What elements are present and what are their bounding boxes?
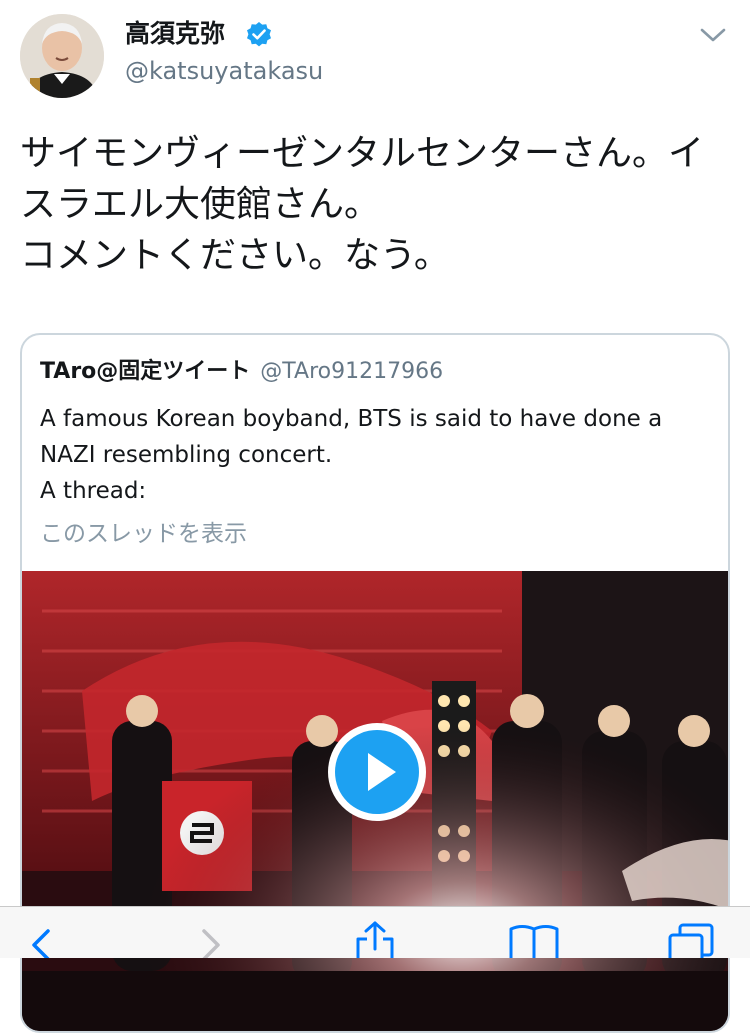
play-button[interactable] [328,723,426,821]
quoted-tweet-header: TAro@固定ツイート @TAro91217966 [40,357,443,388]
forward-button[interactable] [196,921,226,958]
chevron-left-icon [32,929,50,958]
chevron-down-icon[interactable] [699,25,727,45]
book-icon [509,925,559,958]
quoted-tweet-text: A famous Korean boyband, BTS is said to … [40,406,663,504]
tabs-icon [668,923,714,958]
tweet-text: サイモンヴィーゼンタルセンターさん。イスラエル大使館さん。 コメントください。な… [20,133,705,276]
author-avatar[interactable] [20,14,104,98]
author-handle[interactable]: @katsuyatakasu [125,55,323,87]
bookmarks-button[interactable] [507,921,561,958]
quoted-handle: @TAro91217966 [260,359,444,384]
chevron-right-icon [202,929,220,958]
avatar-image [20,14,104,98]
share-icon [356,921,394,958]
verified-badge-icon [247,22,271,47]
show-thread-link[interactable]: このスレッドを表示 [40,519,247,549]
quoted-display-name: TAro@固定ツイート [40,359,251,384]
share-button[interactable] [352,921,398,958]
play-icon [335,730,419,814]
author-display-name[interactable]: 高須克弥 [125,17,225,51]
tabs-button[interactable] [666,921,716,958]
browser-toolbar [0,906,750,958]
video-player[interactable] [22,571,728,1031]
back-button[interactable] [26,921,56,958]
